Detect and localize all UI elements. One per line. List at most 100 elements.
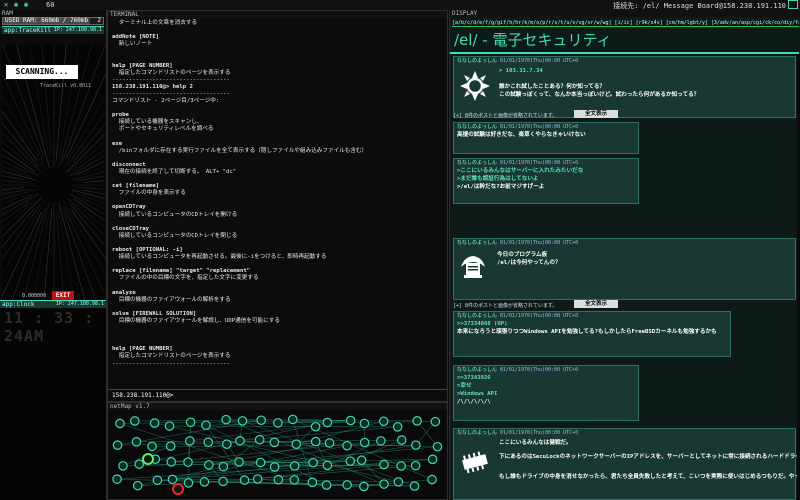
show-all-button[interactable]: 全文表示: [574, 300, 618, 308]
netmap-node[interactable]: [185, 417, 196, 428]
netmap-node[interactable]: [322, 417, 333, 428]
netmap-node[interactable]: [356, 455, 367, 466]
connected-node[interactable]: [172, 483, 184, 495]
program-board-icon[interactable]: [458, 253, 488, 287]
netmap-node[interactable]: [427, 474, 437, 485]
netmap-node[interactable]: [165, 441, 176, 451]
netmap-node[interactable]: [237, 416, 248, 426]
netmap-node[interactable]: [269, 437, 280, 448]
netmap-node[interactable]: [432, 441, 443, 452]
netmap-node[interactable]: [393, 477, 404, 487]
exit-button[interactable]: EXIT: [52, 291, 74, 300]
netmap-node[interactable]: [307, 477, 318, 488]
netmap-node[interactable]: [252, 474, 263, 484]
netmap-node[interactable]: [147, 441, 157, 452]
netmap-node[interactable]: [412, 416, 422, 426]
netmap-node[interactable]: [184, 436, 195, 446]
netmap-node[interactable]: [310, 436, 321, 447]
netmap-node[interactable]: [166, 457, 177, 467]
netmap-node[interactable]: [321, 480, 332, 490]
tracekill-header[interactable]: app:TraceKill IP: 247.100.98.1: [2, 26, 104, 34]
trace-ray: [78, 148, 105, 169]
netmap-node[interactable]: [289, 461, 300, 471]
netmap-node[interactable]: [273, 474, 284, 485]
home-node[interactable]: [142, 453, 154, 465]
netmap-node[interactable]: [345, 456, 356, 466]
mail-icon[interactable]: [788, 0, 798, 9]
board-navigation[interactable]: [a/b/c/d/e/f/g/gif/h/hr/k/m/o/p/r/s/t/u/…: [452, 19, 799, 27]
netmap-node[interactable]: [410, 460, 421, 471]
show-all-button[interactable]: 全文表示: [574, 110, 618, 118]
netmap-node[interactable]: [359, 481, 369, 492]
netmap-node[interactable]: [239, 475, 250, 485]
netmap-node[interactable]: [396, 461, 406, 471]
netmap-node[interactable]: [430, 416, 441, 427]
netmap-node[interactable]: [359, 418, 370, 429]
clock-header[interactable]: app:Clock IP: 247.100.98.1: [0, 300, 106, 308]
netmap-node[interactable]: [379, 459, 389, 470]
netmap-node[interactable]: [149, 418, 160, 428]
settings-icon[interactable]: ✱: [22, 1, 30, 9]
netmap-node[interactable]: [201, 420, 211, 431]
netmap-node[interactable]: [342, 440, 352, 451]
thread-op-1: ななしのよっしん 01/01/1970(Thu)00:00 UTC+0 > 10…: [453, 56, 796, 118]
terminal-input[interactable]: 158.238.191.110@>: [108, 389, 447, 401]
netmap-node[interactable]: [132, 480, 143, 491]
netmap-node[interactable]: [342, 480, 352, 490]
netmap-node[interactable]: [222, 439, 232, 450]
netmap-node[interactable]: [289, 475, 300, 485]
netmap-link: [205, 424, 327, 486]
netmap-node[interactable]: [379, 479, 389, 489]
netmap-node[interactable]: [273, 418, 283, 428]
chip-icon[interactable]: [459, 449, 491, 479]
netmap-node[interactable]: [112, 440, 123, 450]
netmap-node[interactable]: [134, 459, 145, 469]
netmap-node[interactable]: [183, 457, 193, 467]
netmap-node[interactable]: [396, 435, 407, 445]
trace-ray: [2, 154, 39, 177]
netmap-node[interactable]: [115, 418, 125, 429]
trace-ray: [2, 160, 27, 173]
hacker-emblem-icon[interactable]: [458, 69, 492, 107]
netmap-node[interactable]: [164, 421, 175, 431]
netmap-node[interactable]: [322, 460, 333, 471]
netmap-node[interactable]: [287, 414, 298, 425]
netmap-node[interactable]: [345, 415, 356, 426]
terminal-line: -----------------------------------: [112, 360, 230, 367]
netmap-node[interactable]: [112, 474, 122, 484]
netmap-node[interactable]: [324, 438, 335, 448]
netmap-node[interactable]: [392, 422, 403, 432]
netmap-node[interactable]: [269, 462, 280, 472]
netmap-node[interactable]: [130, 416, 140, 426]
terminal-panel[interactable]: TERMINAL ターミナル上の文章を消去する addNote [NOTE] 新し…: [107, 10, 448, 402]
netmap-node[interactable]: [218, 461, 229, 472]
post-date: 01/01/1970(Thu)00:00 UTC+0: [499, 124, 579, 130]
netmap-node[interactable]: [308, 457, 318, 468]
netmap-node[interactable]: [235, 435, 245, 446]
gear-icon[interactable]: ✱: [12, 1, 20, 9]
netmap-node[interactable]: [221, 414, 231, 425]
close-icon[interactable]: ✕: [2, 1, 10, 9]
netmap-node[interactable]: [378, 416, 389, 427]
netmap-node[interactable]: [131, 437, 142, 447]
netmap-node[interactable]: [152, 475, 163, 485]
netmap-node[interactable]: [203, 437, 214, 448]
netmap-node[interactable]: [167, 474, 178, 485]
netmap-node[interactable]: [256, 415, 267, 426]
netmap-node[interactable]: [254, 434, 265, 445]
netmap-node[interactable]: [183, 478, 194, 488]
netmap-node[interactable]: [376, 436, 386, 446]
clock-app-ip: IP: 247.100.98.1: [55, 301, 104, 307]
netmap-node[interactable]: [218, 476, 228, 487]
netmap-node[interactable]: [310, 421, 321, 432]
netmap-node[interactable]: [118, 461, 128, 471]
netmap-node[interactable]: [234, 457, 244, 467]
netmap-node[interactable]: [291, 439, 302, 449]
netmap-node[interactable]: [199, 477, 210, 487]
netmap-node[interactable]: [409, 481, 420, 491]
netmap-node[interactable]: [204, 460, 214, 470]
netmap-node[interactable]: [427, 454, 438, 465]
netmap-node[interactable]: [411, 440, 421, 450]
netmap-node[interactable]: [359, 437, 370, 448]
netmap-node[interactable]: [255, 457, 266, 468]
